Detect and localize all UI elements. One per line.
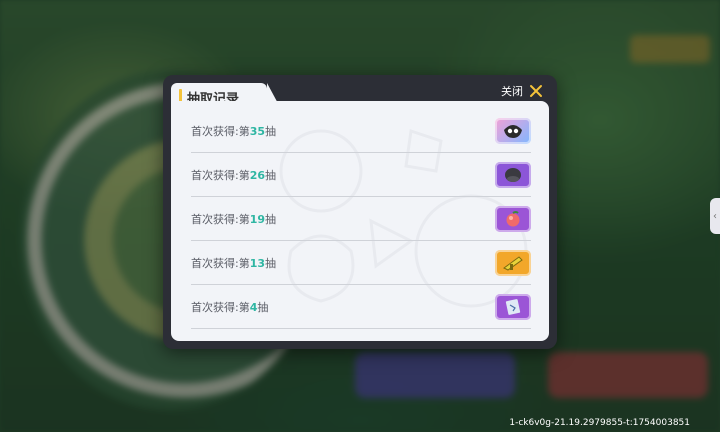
draw-record-dialog: 抽取记录 关闭 首次获得:第35抽 首次获得:第26抽 首次获得:第19抽 首次… bbox=[163, 75, 557, 349]
record-panel: 首次获得:第35抽 首次获得:第26抽 首次获得:第19抽 首次获得:第13抽 bbox=[171, 101, 549, 341]
close-label: 关闭 bbox=[501, 85, 523, 98]
owl-mask-icon[interactable] bbox=[495, 117, 531, 144]
peach-fruit-icon[interactable] bbox=[495, 205, 531, 232]
dark-hat-icon[interactable] bbox=[495, 161, 531, 188]
side-collapse-tab[interactable]: ‹ bbox=[710, 198, 720, 234]
record-label: 首次获得:第13抽 bbox=[191, 256, 277, 270]
close-button[interactable]: 关闭 bbox=[501, 82, 543, 100]
record-label: 首次获得:第19抽 bbox=[191, 212, 277, 226]
record-row: 首次获得:第13抽 bbox=[191, 241, 531, 285]
record-list: 首次获得:第35抽 首次获得:第26抽 首次获得:第19抽 首次获得:第13抽 bbox=[191, 109, 531, 329]
close-icon[interactable] bbox=[529, 84, 543, 98]
record-row: 首次获得:第4抽 bbox=[191, 285, 531, 329]
record-row: 首次获得:第26抽 bbox=[191, 153, 531, 197]
record-label: 首次获得:第26抽 bbox=[191, 168, 277, 182]
map-card-icon[interactable] bbox=[495, 293, 531, 320]
record-label: 首次获得:第4抽 bbox=[191, 300, 269, 314]
record-row: 首次获得:第35抽 bbox=[191, 109, 531, 153]
record-label: 首次获得:第35抽 bbox=[191, 124, 277, 138]
golden-gun-icon[interactable] bbox=[495, 249, 531, 276]
chevron-left-icon: ‹ bbox=[713, 210, 717, 222]
record-row: 首次获得:第19抽 bbox=[191, 197, 531, 241]
build-id: 1-ck6v0g-21.19.2979855-t:1754003851 bbox=[509, 418, 690, 428]
